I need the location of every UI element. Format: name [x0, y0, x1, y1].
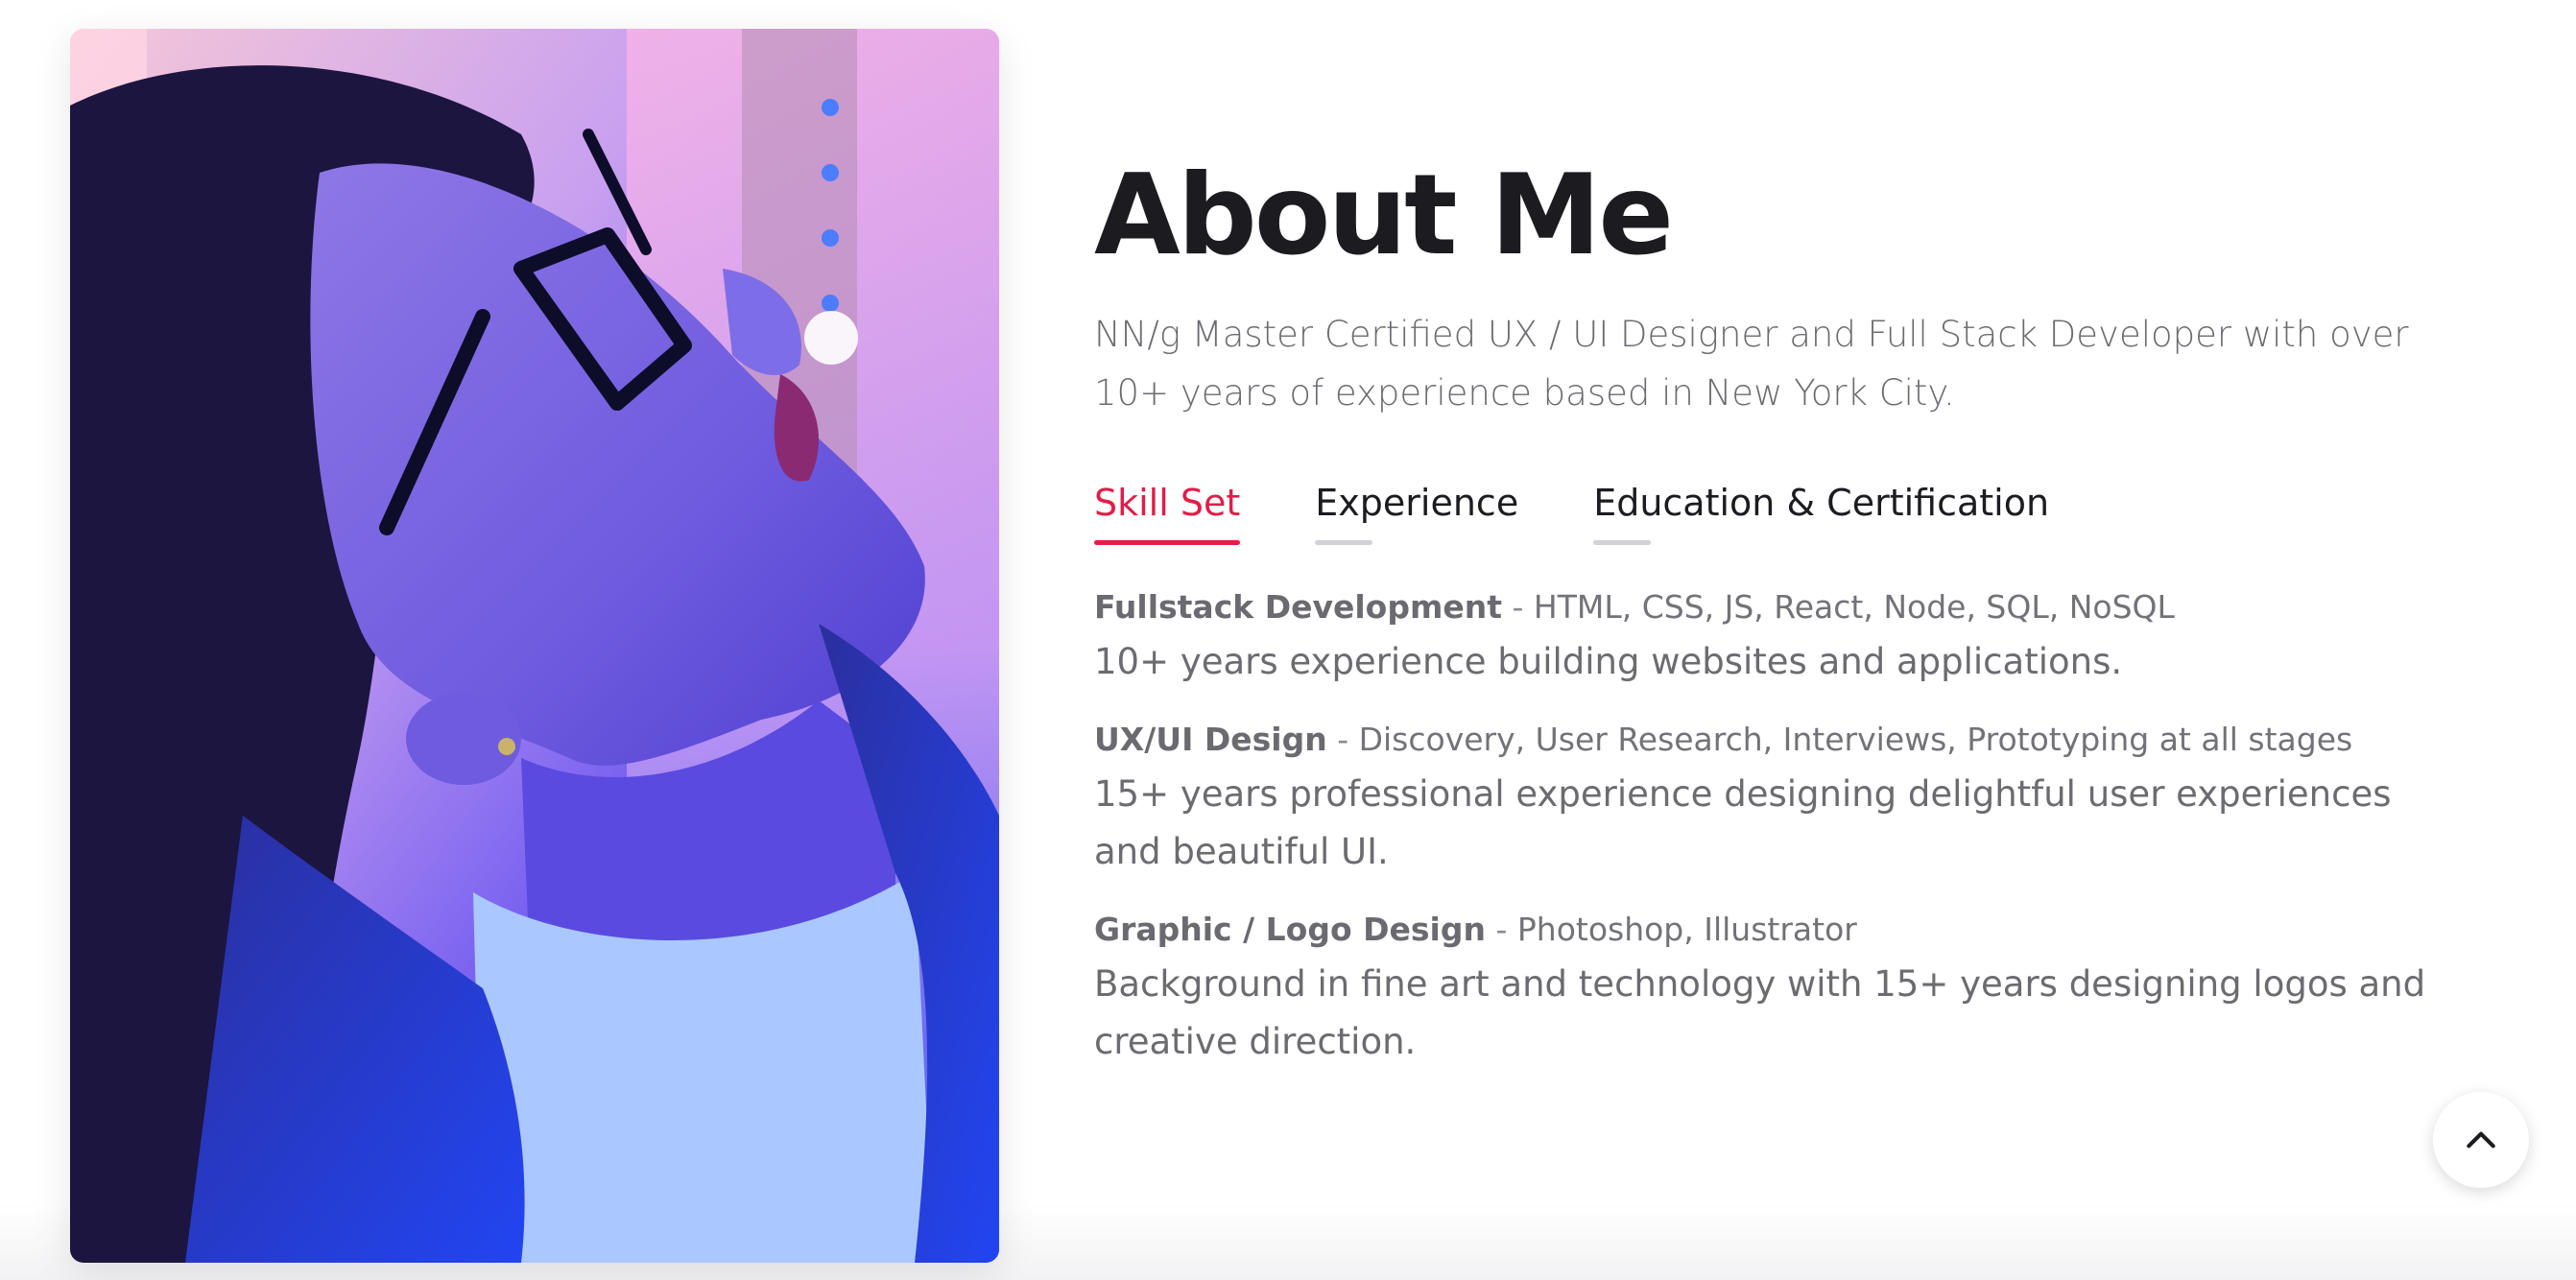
tab-label: Skill Set: [1094, 482, 1241, 524]
skill-name: UX/UI Design: [1094, 721, 1327, 758]
tab-underline: [1593, 540, 1652, 545]
tab-bar: Skill Set Experience Education & Certifi…: [1094, 478, 2457, 545]
skill-tools: Photoshop, Illustrator: [1516, 911, 1857, 948]
skill-separator: -: [1485, 911, 1517, 948]
skill-name: Graphic / Logo Design: [1094, 911, 1486, 948]
skill-separator: -: [1326, 721, 1359, 758]
skill-item: UX/UI Design - Discovery, User Research,…: [1094, 714, 2457, 881]
skill-name: Fullstack Development: [1094, 588, 1503, 626]
profile-photo: [70, 29, 999, 1263]
skill-item: Fullstack Development - HTML, CSS, JS, R…: [1094, 581, 2457, 691]
about-section: About Me NN/g Master Certified UX / UI D…: [1094, 144, 2457, 1094]
skill-list: Fullstack Development - HTML, CSS, JS, R…: [1094, 581, 2457, 1071]
tab-label: Education & Certification: [1593, 482, 2050, 524]
intro-text: NN/g Master Certified UX / UI Designer a…: [1094, 314, 2409, 414]
profile-photo-illustration: [70, 29, 999, 1263]
skill-description: 10+ years experience building websites a…: [1094, 641, 2123, 682]
tab-underline: [1094, 540, 1241, 545]
back-to-top-button[interactable]: [2433, 1092, 2529, 1188]
tab-skill-set[interactable]: Skill Set: [1094, 478, 1241, 545]
skill-description: 15+ years professional experience design…: [1094, 773, 2392, 872]
tab-underline: [1315, 540, 1373, 545]
tab-label: Experience: [1315, 482, 1519, 524]
skill-tools: Discovery, User Research, Interviews, Pr…: [1358, 721, 2353, 758]
skill-separator: -: [1502, 588, 1534, 626]
tab-experience[interactable]: Experience: [1315, 478, 1518, 545]
page-title: About Me: [1094, 151, 1674, 280]
skill-tools: HTML, CSS, JS, React, Node, SQL, NoSQL: [1533, 588, 2175, 626]
skill-heading: Graphic / Logo Design - Photoshop, Illus…: [1094, 904, 2457, 956]
skill-heading: Fullstack Development - HTML, CSS, JS, R…: [1094, 581, 2457, 633]
tab-education-certification[interactable]: Education & Certification: [1593, 478, 2049, 545]
skill-item: Graphic / Logo Design - Photoshop, Illus…: [1094, 904, 2457, 1071]
skill-description: Background in fine art and technology wi…: [1094, 963, 2426, 1062]
chevron-up-icon: [2467, 1131, 2495, 1149]
skill-heading: UX/UI Design - Discovery, User Research,…: [1094, 714, 2457, 766]
